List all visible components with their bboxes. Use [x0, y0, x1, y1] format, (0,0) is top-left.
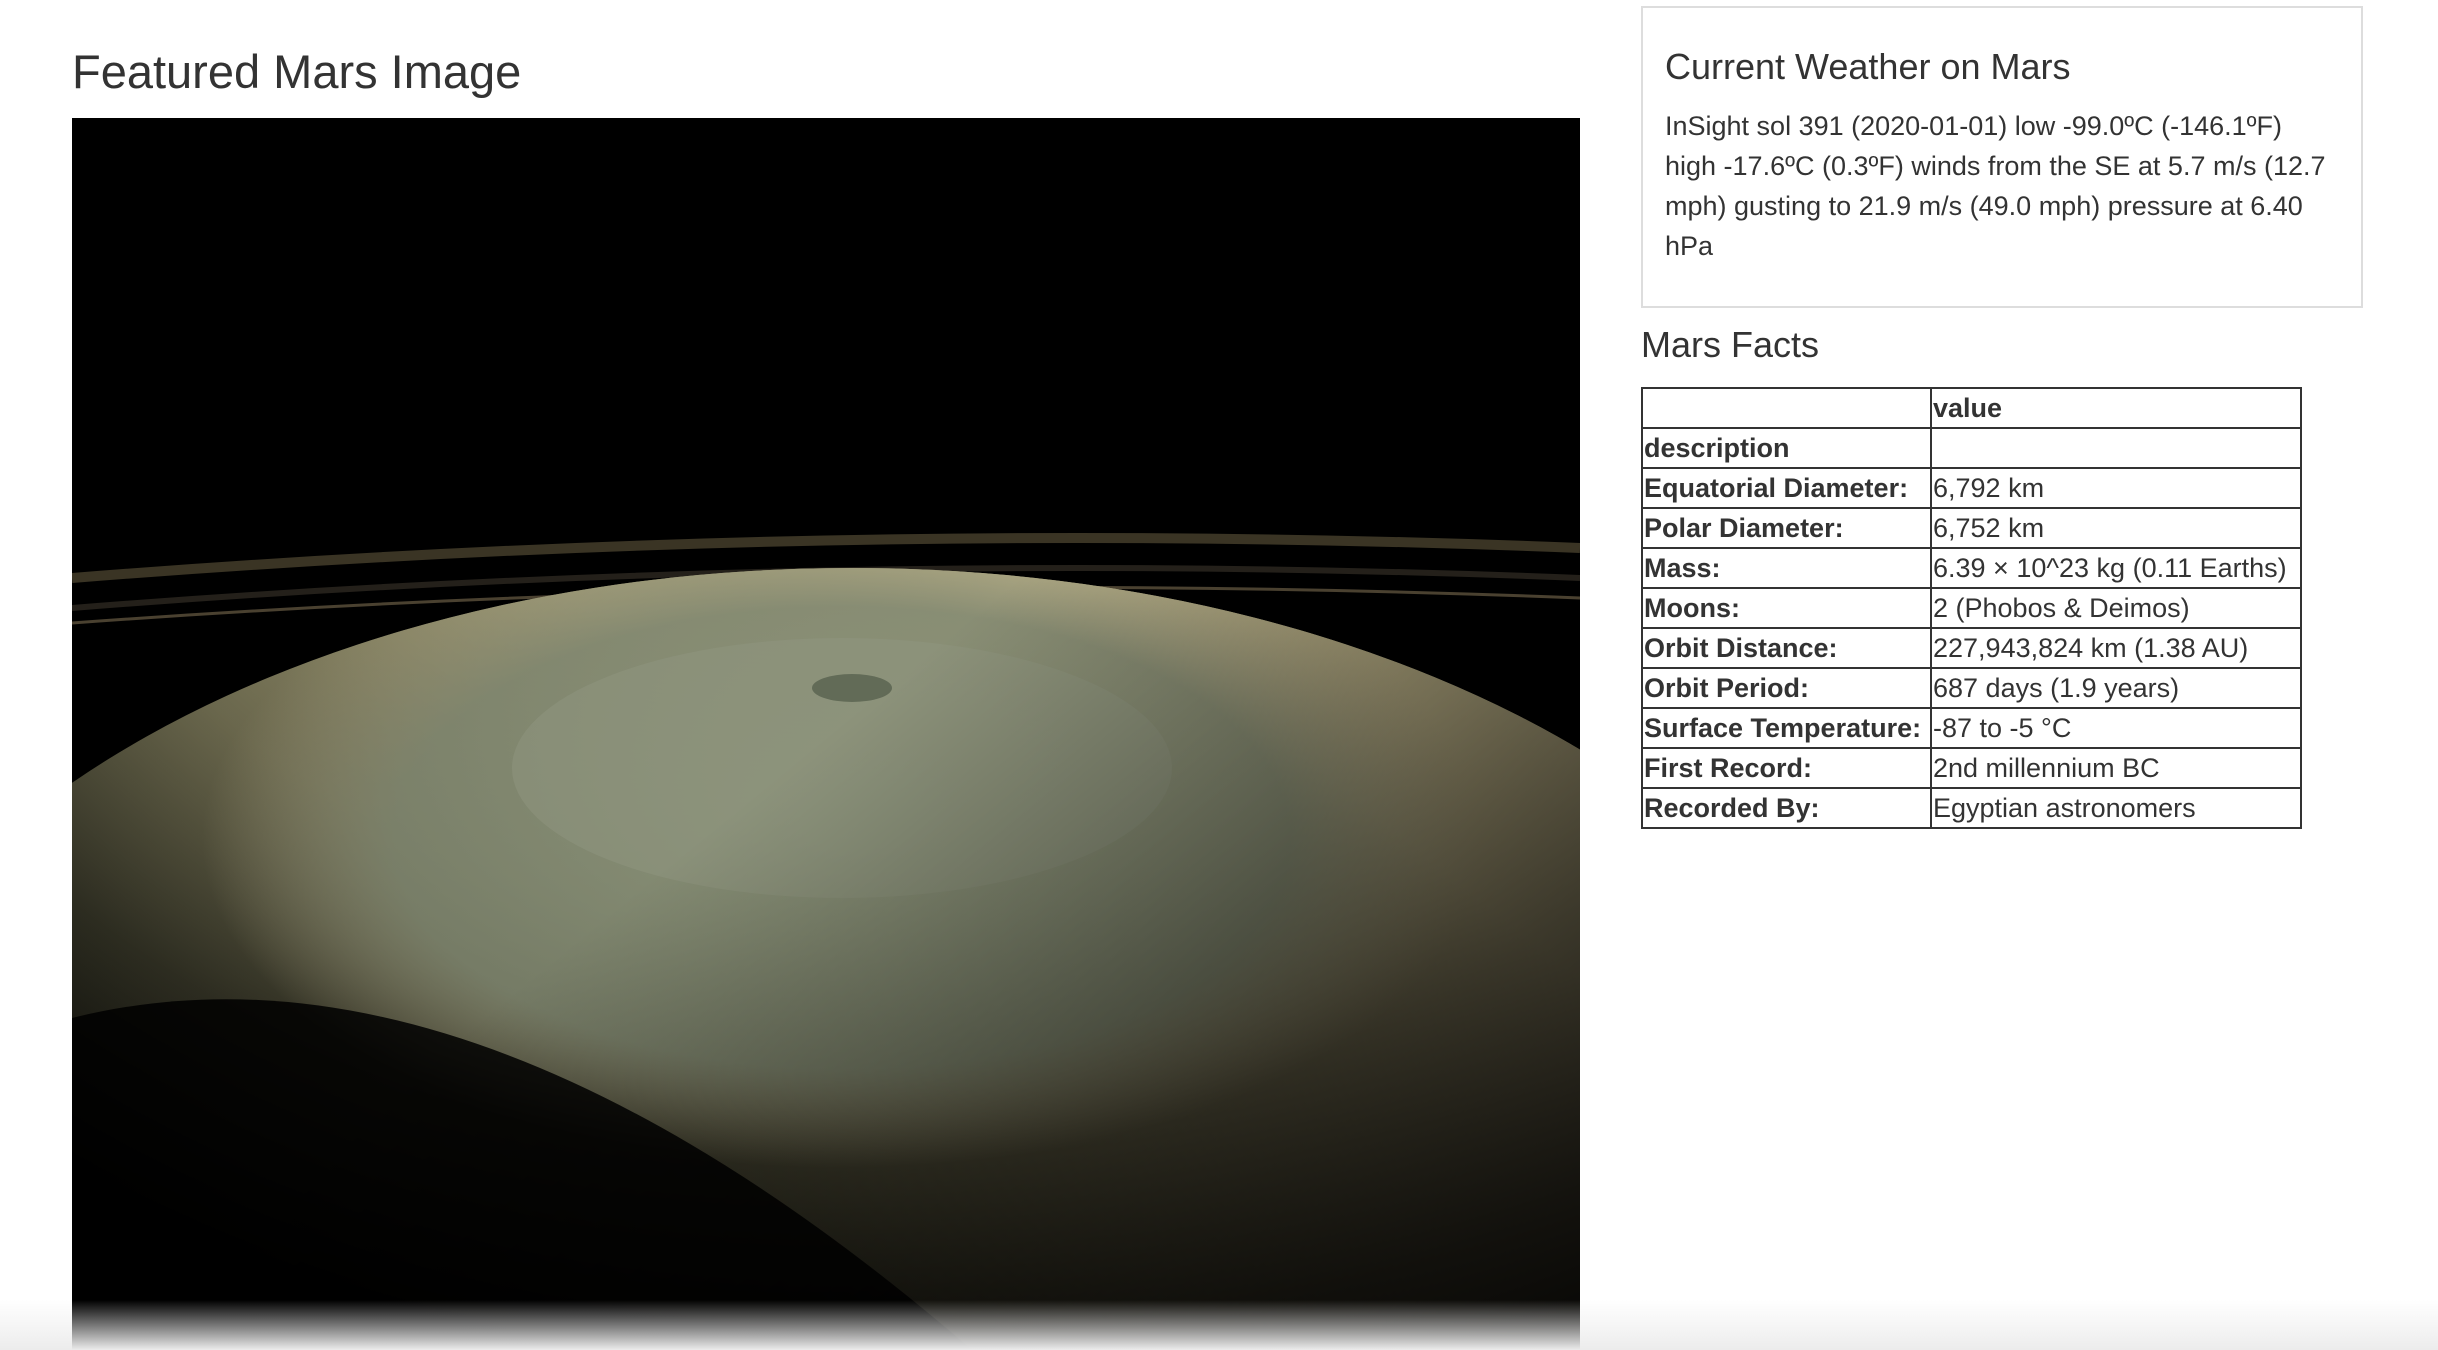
table-row: description: [1641, 427, 2302, 469]
fact-value: 2 (Phobos & Deimos): [1930, 587, 2302, 629]
facts-header-blank: [1641, 387, 1932, 429]
table-row: Polar Diameter: 6,752 km: [1641, 507, 2302, 549]
fact-value: 6.39 × 10^23 kg (0.11 Earths): [1930, 547, 2302, 589]
facts-title: Mars Facts: [1641, 324, 1820, 365]
fact-label: Orbit Distance:: [1641, 627, 1932, 669]
facts-table-header-row: value: [1641, 387, 2302, 429]
fact-value: Egyptian astronomers: [1930, 787, 2302, 829]
table-row: Equatorial Diameter: 6,792 km: [1641, 467, 2302, 509]
weather-text: InSight sol 391 (2020-01-01) low -99.0ºC…: [1665, 111, 2326, 261]
facts-table: value description Equatorial Diameter: 6…: [1641, 387, 2302, 829]
featured-image[interactable]: [72, 118, 1580, 1350]
weather-panel: Current Weather on Mars InSight sol 391 …: [1641, 6, 2363, 308]
weather-title: Current Weather on Mars: [1665, 46, 2071, 87]
fact-label: Moons:: [1641, 587, 1932, 629]
facts-header-value: value: [1930, 387, 2302, 429]
featured-image-section: Featured Mars Image: [72, 0, 1580, 1350]
fact-value: 6,792 km: [1930, 467, 2302, 509]
planet-image: [72, 118, 1580, 1350]
fact-label: Recorded By:: [1641, 787, 1932, 829]
table-row: Orbit Distance: 227,943,824 km (1.38 AU): [1641, 627, 2302, 669]
fact-label: description: [1641, 427, 1932, 469]
page: Featured Mars Image Current Weather on M…: [0, 0, 2438, 1350]
table-row: Recorded By: Egyptian astronomers: [1641, 787, 2302, 829]
fact-value: [1930, 427, 2302, 469]
table-row: Moons: 2 (Phobos & Deimos): [1641, 587, 2302, 629]
fact-label: Equatorial Diameter:: [1641, 467, 1932, 509]
fact-label: Polar Diameter:: [1641, 507, 1932, 549]
fact-label: Surface Temperature:: [1641, 707, 1932, 749]
table-row: Surface Temperature: -87 to -5 °C: [1641, 707, 2302, 749]
fact-label: First Record:: [1641, 747, 1932, 789]
fact-value: 6,752 km: [1930, 507, 2302, 549]
fact-value: 227,943,824 km (1.38 AU): [1930, 627, 2302, 669]
fact-value: -87 to -5 °C: [1930, 707, 2302, 749]
table-row: First Record: 2nd millennium BC: [1641, 747, 2302, 789]
fact-value: 2nd millennium BC: [1930, 747, 2302, 789]
featured-image-title: Featured Mars Image: [72, 45, 522, 98]
fact-label: Orbit Period:: [1641, 667, 1932, 709]
table-row: Mass: 6.39 × 10^23 kg (0.11 Earths): [1641, 547, 2302, 589]
table-row: Orbit Period: 687 days (1.9 years): [1641, 667, 2302, 709]
fact-value: 687 days (1.9 years): [1930, 667, 2302, 709]
fact-label: Mass:: [1641, 547, 1932, 589]
